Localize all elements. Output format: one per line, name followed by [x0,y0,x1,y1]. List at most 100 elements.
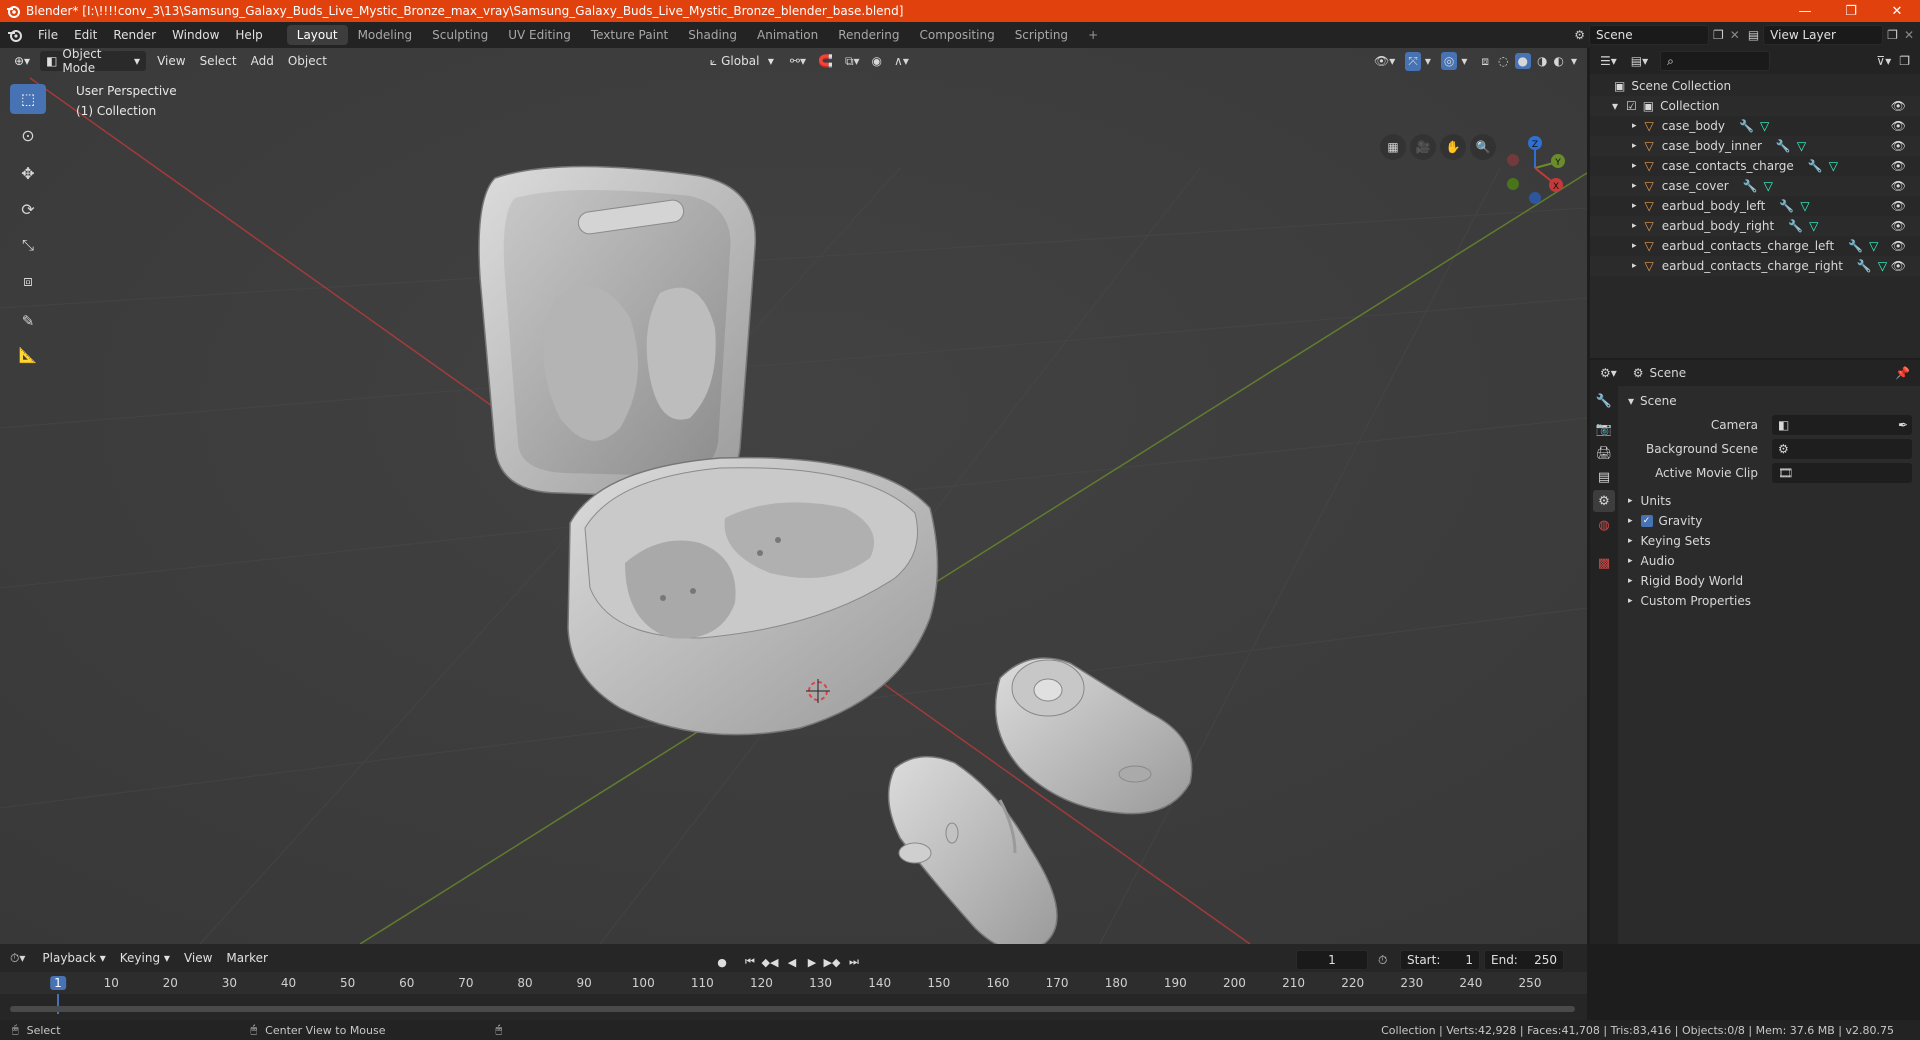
tab-rendering[interactable]: Rendering [828,25,909,45]
gizmo-toggle-icon[interactable]: ⤧ [1405,51,1421,71]
viewport-menu-add[interactable]: Add [244,54,281,68]
cursor-tool[interactable]: ⊙ [10,120,46,150]
xray-toggle-icon[interactable]: ⧈ [1481,54,1489,69]
viewport-menu-object[interactable]: Object [281,54,334,68]
section-custom-properties[interactable]: ▸ Custom Properties [1622,590,1918,612]
snap-target-icon[interactable]: ⧉▾ [845,54,860,69]
maximize-button[interactable]: ❐ [1828,0,1874,22]
transform-tool[interactable]: ⧈ [10,266,46,296]
section-gravity[interactable]: ▸ ✓ Gravity [1622,510,1918,532]
toggle-camera-view-button[interactable]: ▦ [1380,134,1406,160]
expand-arrow-icon[interactable]: ▸ [1632,201,1637,211]
solid-shading-icon[interactable]: ● [1514,53,1531,69]
mesh-data-icon[interactable]: ▽ [1760,119,1769,133]
properties-editor-icon[interactable]: ⚙▾ [1600,366,1617,380]
end-frame-field[interactable]: End: 250 [1484,950,1564,970]
start-frame-field[interactable]: Start: 1 [1400,950,1480,970]
minimize-button[interactable]: — [1782,0,1828,22]
eye-icon[interactable]: 👁 [1891,99,1906,113]
tab-sculpting[interactable]: Sculpting [422,25,498,45]
falloff-icon[interactable]: ∧▾ [894,54,909,68]
pivot-point-icon[interactable]: ⚯▾ [790,54,806,68]
camera-view-button[interactable]: 🎥 [1410,134,1436,160]
chevron-down-icon[interactable]: ▾ [1571,54,1577,68]
chevron-down-icon[interactable]: ▾ [1425,54,1431,68]
pin-icon[interactable]: 📌 [1895,366,1910,380]
expand-arrow-icon[interactable]: ▸ [1632,141,1637,151]
material-shading-icon[interactable]: ◑ [1537,54,1547,68]
tab-compositing[interactable]: Compositing [909,25,1004,45]
modifier-wrench-icon[interactable]: 🔧 [1808,159,1823,173]
menu-help[interactable]: Help [227,22,270,48]
scene-panel-header[interactable]: ▾ Scene [1622,390,1918,412]
camera-field[interactable]: ◧ ✒ [1772,415,1912,435]
mesh-data-icon[interactable]: ▽ [1809,219,1818,233]
proportional-edit-icon[interactable]: ◉ [872,54,882,68]
expand-arrow-icon[interactable]: ▸ [1632,181,1637,191]
rendered-shading-icon[interactable]: ◐ [1553,54,1563,68]
wireframe-shading-icon[interactable]: ◌ [1498,54,1508,68]
viewport-scene[interactable] [0,48,1587,944]
stopwatch-icon[interactable]: ⏱ [1378,953,1387,968]
editor-type-button[interactable]: ⊕▾ [8,51,36,71]
view-layer-remove-icon[interactable]: ✕ [1904,28,1914,42]
checkbox-icon[interactable]: ☑ [1626,99,1637,113]
tab-shading[interactable]: Shading [678,25,747,45]
object-mode-dropdown[interactable]: ◧ Object Mode ▾ [40,48,147,75]
tab-texture-paint[interactable]: Texture Paint [581,25,678,45]
tab-animation[interactable]: Animation [747,25,828,45]
tab-uv-editing[interactable]: UV Editing [498,25,581,45]
tab-output[interactable]: 🖨 [1593,442,1615,464]
section-keying-sets[interactable]: ▸ Keying Sets [1622,530,1918,552]
eyedropper-icon[interactable]: ✒ [1898,418,1908,432]
section-rigid-body-world[interactable]: ▸ Rigid Body World [1622,570,1918,592]
outliner-object-earbud-body-right[interactable]: ▸ ▽ earbud_body_right 🔧 ▽ 👁 [1590,216,1920,236]
tab-modeling[interactable]: Modeling [348,25,423,45]
scene-copy-icon[interactable]: ❐ [1713,28,1724,42]
timeline-menu-keying[interactable]: Keying ▾ [113,951,177,965]
move-tool[interactable]: ✥ [10,158,46,188]
jump-start-button[interactable]: ⏮ [740,952,760,972]
timeline-menu-playback[interactable]: Playback ▾ [35,951,112,965]
record-button[interactable]: ● [712,952,732,972]
tab-world[interactable]: ◍ [1593,514,1615,536]
select-box-tool[interactable]: ⬚ [10,84,46,114]
zoom-view-button[interactable]: 🔍 [1470,134,1496,160]
outliner-object-case-body-inner[interactable]: ▸ ▽ case_body_inner 🔧 ▽ 👁 [1590,136,1920,156]
mesh-data-icon[interactable]: ▽ [1800,199,1809,213]
snap-icon[interactable]: 🧲 [818,54,833,68]
expand-arrow-icon[interactable]: ▸ [1632,261,1637,271]
expand-arrow-icon[interactable]: ▸ [1632,241,1637,251]
mesh-data-icon[interactable]: ▽ [1764,179,1773,193]
outliner-object-case-contacts-charge[interactable]: ▸ ▽ case_contacts_charge 🔧 ▽ 👁 [1590,156,1920,176]
menu-window[interactable]: Window [164,22,227,48]
eye-icon[interactable]: 👁 [1891,179,1906,193]
transform-orientation-dropdown[interactable]: ⟀ Global ▾ [704,51,780,71]
filter-icon[interactable]: ⊽▾ [1876,54,1891,68]
viewport-menu-view[interactable]: View [150,54,192,68]
section-audio[interactable]: ▸ Audio [1622,550,1918,572]
play-reverse-button[interactable]: ◀ [782,952,802,972]
new-collection-icon[interactable]: ❐ [1899,54,1910,68]
modifier-wrench-icon[interactable]: 🔧 [1857,259,1872,273]
tab-scripting[interactable]: Scripting [1005,25,1078,45]
outliner-object-earbud-contacts-charge-right[interactable]: ▸ ▽ earbud_contacts_charge_right 🔧 ▽ 👁 [1590,256,1920,276]
modifier-wrench-icon[interactable]: 🔧 [1739,119,1754,133]
timeline-menu-marker[interactable]: Marker [219,951,274,965]
modifier-wrench-icon[interactable]: 🔧 [1779,199,1794,213]
close-button[interactable]: ✕ [1874,0,1920,22]
menu-file[interactable]: File [30,22,66,48]
modifier-wrench-icon[interactable]: 🔧 [1743,179,1758,193]
mesh-data-icon[interactable]: ▽ [1829,159,1838,173]
tab-render[interactable]: 📷 [1593,418,1615,440]
navigation-gizmo[interactable]: Z Y X [1495,130,1565,210]
tab-view-layer[interactable]: ▤ [1593,466,1615,488]
timeline-scrollbar[interactable] [10,1006,1575,1012]
outliner-scene-collection[interactable]: ▣ Scene Collection [1590,76,1920,96]
play-button[interactable]: ▶ [802,952,822,972]
timeline-menu-view[interactable]: View [177,951,219,965]
menu-render[interactable]: Render [105,22,164,48]
pan-view-button[interactable]: ✋ [1440,134,1466,160]
outliner-object-case-body[interactable]: ▸ ▽ case_body 🔧 ▽ 👁 [1590,116,1920,136]
tab-texture[interactable]: ▩ [1593,552,1615,574]
